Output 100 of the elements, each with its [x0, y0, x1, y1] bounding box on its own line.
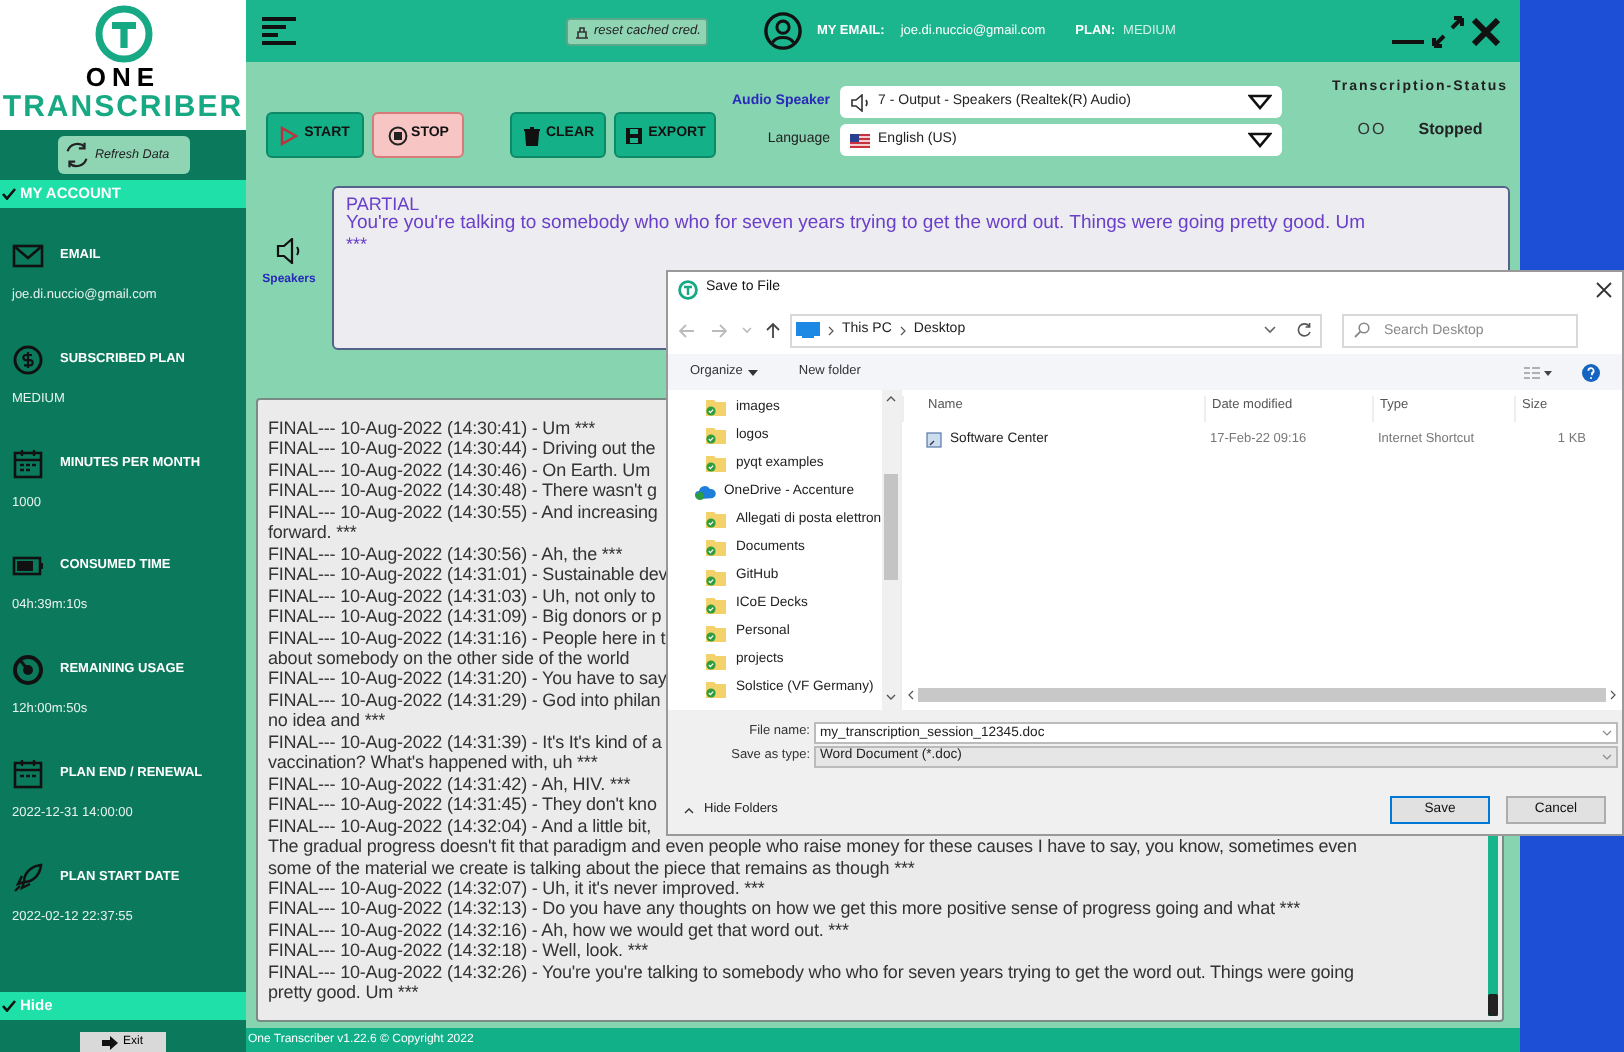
view-icon: [1524, 365, 1552, 379]
scroll-down-icon: [886, 694, 896, 700]
monitor-icon: [796, 322, 820, 338]
folder-icon: [706, 595, 726, 614]
log-line: FINAL--- 10-Aug-2022 (14:30:46) - On Earth. Um: [268, 459, 650, 481]
separator-icon: [899, 325, 906, 335]
help-icon: [1582, 363, 1600, 381]
log-line: FINAL--- 10-Aug-2022 (14:30:48) - There wasn't g: [268, 480, 657, 502]
log-line: FINAL--- 10-Aug-2022 (14:31:01) - Sustainable dev: [268, 564, 668, 586]
folder-icon: [706, 510, 726, 529]
menu-icon: [262, 16, 296, 46]
folder-icon: [706, 398, 726, 417]
partial-heading: PARTIAL: [346, 194, 420, 214]
log-line: FINAL--- 10-Aug-2022 (14:31:03) - Uh, not only to: [268, 585, 656, 607]
log-line: FINAL--- 10-Aug-2022 (14:31:09) - Big donors or p: [268, 606, 662, 628]
chevron-icon: [742, 326, 752, 334]
chevron-icon: [1602, 753, 1612, 759]
maximize-button[interactable]: [1432, 15, 1465, 47]
log-line: FINAL--- 10-Aug-2022 (14:32:13) - Do you have any thoughts on how we get this more positive sense of progress going and what ***: [268, 898, 1300, 920]
log-line: FINAL--- 10-Aug-2022 (14:32:26) - You're you're talking to somebody who who for seven years trying to get the word out. Things were going: [268, 961, 1354, 983]
chevron-icon: [1264, 326, 1276, 334]
speaker-icon: [275, 238, 303, 264]
folder-icon: [706, 426, 726, 445]
log-line: FINAL--- 10-Aug-2022 (14:31:45) - They don't kno: [268, 794, 657, 816]
cloud-icon: [694, 483, 716, 500]
log-line: pretty good. Um ***: [268, 982, 419, 1004]
search-icon: [1354, 322, 1370, 338]
minimize-button[interactable]: [1392, 39, 1425, 43]
rocket-icon: [12, 861, 44, 893]
folder-icon: [706, 651, 726, 670]
exit-icon: [102, 1035, 119, 1049]
log-line: The gradual progress doesn't fit that paradigm and even people who raise money for these causes I have to say, you know, sometimes even: [268, 836, 1357, 858]
caret-icon: [1248, 94, 1273, 110]
forward-icon: [710, 323, 728, 337]
close-button[interactable]: [1596, 281, 1612, 297]
check-icon: [2, 1000, 16, 1012]
logo-text: TRANSCRIBER: [2, 92, 244, 124]
calendar-icon: [12, 757, 44, 790]
logo-icon: [93, 4, 153, 64]
log-line: FINAL--- 10-Aug-2022 (14:30:56) - Ah, the ***: [268, 543, 623, 565]
folder-icon: [706, 538, 726, 557]
folder-icon: [706, 454, 726, 473]
calendar-icon: [12, 447, 44, 479]
close-button[interactable]: [1472, 17, 1501, 45]
back-icon: [678, 323, 696, 337]
log-line: vaccination? What's happened with, uh ***: [268, 752, 598, 774]
shortcut-icon: [926, 431, 944, 449]
log-line: FINAL--- 10-Aug-2022 (14:30:55) - And increasing: [268, 501, 658, 523]
check-icon: [2, 188, 16, 200]
trash-icon: [521, 125, 542, 145]
flag-icon: [850, 133, 871, 147]
log-line: FINAL--- 10-Aug-2022 (14:31:39) - It's It's kind of a: [268, 731, 662, 753]
save-icon: [624, 125, 645, 145]
stop-icon: [387, 125, 408, 145]
log-line: FINAL--- 10-Aug-2022 (14:32:18) - Well, look. ***: [268, 940, 649, 962]
log-line: FINAL--- 10-Aug-2022 (14:31:29) - God into philan: [268, 689, 661, 711]
speaker-icon: [850, 93, 871, 111]
log-line: FINAL--- 10-Aug-2022 (14:31:16) - People here in t: [268, 627, 666, 648]
refresh-icon: [61, 140, 91, 170]
refresh-icon: [1296, 322, 1312, 338]
close-icon: [1472, 17, 1501, 45]
minimize-icon: [1392, 39, 1425, 43]
play-icon: [280, 125, 301, 145]
app-icon: [678, 279, 698, 299]
status-indicator: OO: [1357, 117, 1387, 141]
logo-text: ONE: [85, 64, 161, 92]
log-line: about somebody on the other side of the world: [268, 647, 630, 669]
up-icon: [766, 322, 780, 338]
separator-icon: [828, 325, 834, 335]
envelope-icon: [12, 240, 44, 272]
dollar-icon: [12, 343, 44, 376]
caret-icon: [1248, 132, 1273, 148]
folder-icon: [706, 623, 726, 642]
partial-end-mark: ***: [346, 234, 368, 254]
gauge-icon: [12, 654, 44, 686]
log-line: some of the material we create is talking about the piece that remains as though ***: [268, 857, 915, 878]
log-line: FINAL--- 10-Aug-2022 (14:32:07) - Uh, it it's never improved. ***: [268, 877, 765, 899]
chevron-icon: [684, 807, 694, 813]
user-icon: [764, 12, 803, 50]
log-line: forward. ***: [268, 522, 357, 544]
log-line: FINAL--- 10-Aug-2022 (14:31:42) - Ah, HIV. ***: [268, 773, 631, 795]
caret-icon: [748, 369, 759, 375]
scroll-left-icon: [908, 690, 914, 700]
scroll-right-icon: [1610, 690, 1616, 700]
close-icon: [1596, 281, 1612, 297]
log-line: FINAL--- 10-Aug-2022 (14:31:20) - You have to say: [268, 668, 667, 690]
log-line: no idea and ***: [268, 710, 386, 732]
chevron-icon: [1602, 729, 1612, 735]
scrollbar[interactable]: [918, 688, 1606, 702]
scrollbar[interactable]: [882, 390, 900, 710]
status-text: Stopped: [1418, 117, 1483, 141]
folder-icon: [706, 679, 726, 698]
folder-icon: [706, 567, 726, 586]
scroll-up-icon: [886, 396, 896, 402]
log-line: FINAL--- 10-Aug-2022 (14:30:41) - Um ***: [268, 418, 596, 439]
log-line: FINAL--- 10-Aug-2022 (14:30:44) - Driving out the: [268, 438, 656, 460]
maximize-icon: [1432, 15, 1465, 47]
log-line: FINAL--- 10-Aug-2022 (14:32:04) - And a little bit,: [268, 815, 651, 837]
partial-text: You're you're talking to somebody who who for seven years trying to get the word out. Things were going pretty good. Um: [346, 214, 1366, 234]
log-line: FINAL--- 10-Aug-2022 (14:32:16) - Ah, how we would get that word out. ***: [268, 919, 849, 941]
